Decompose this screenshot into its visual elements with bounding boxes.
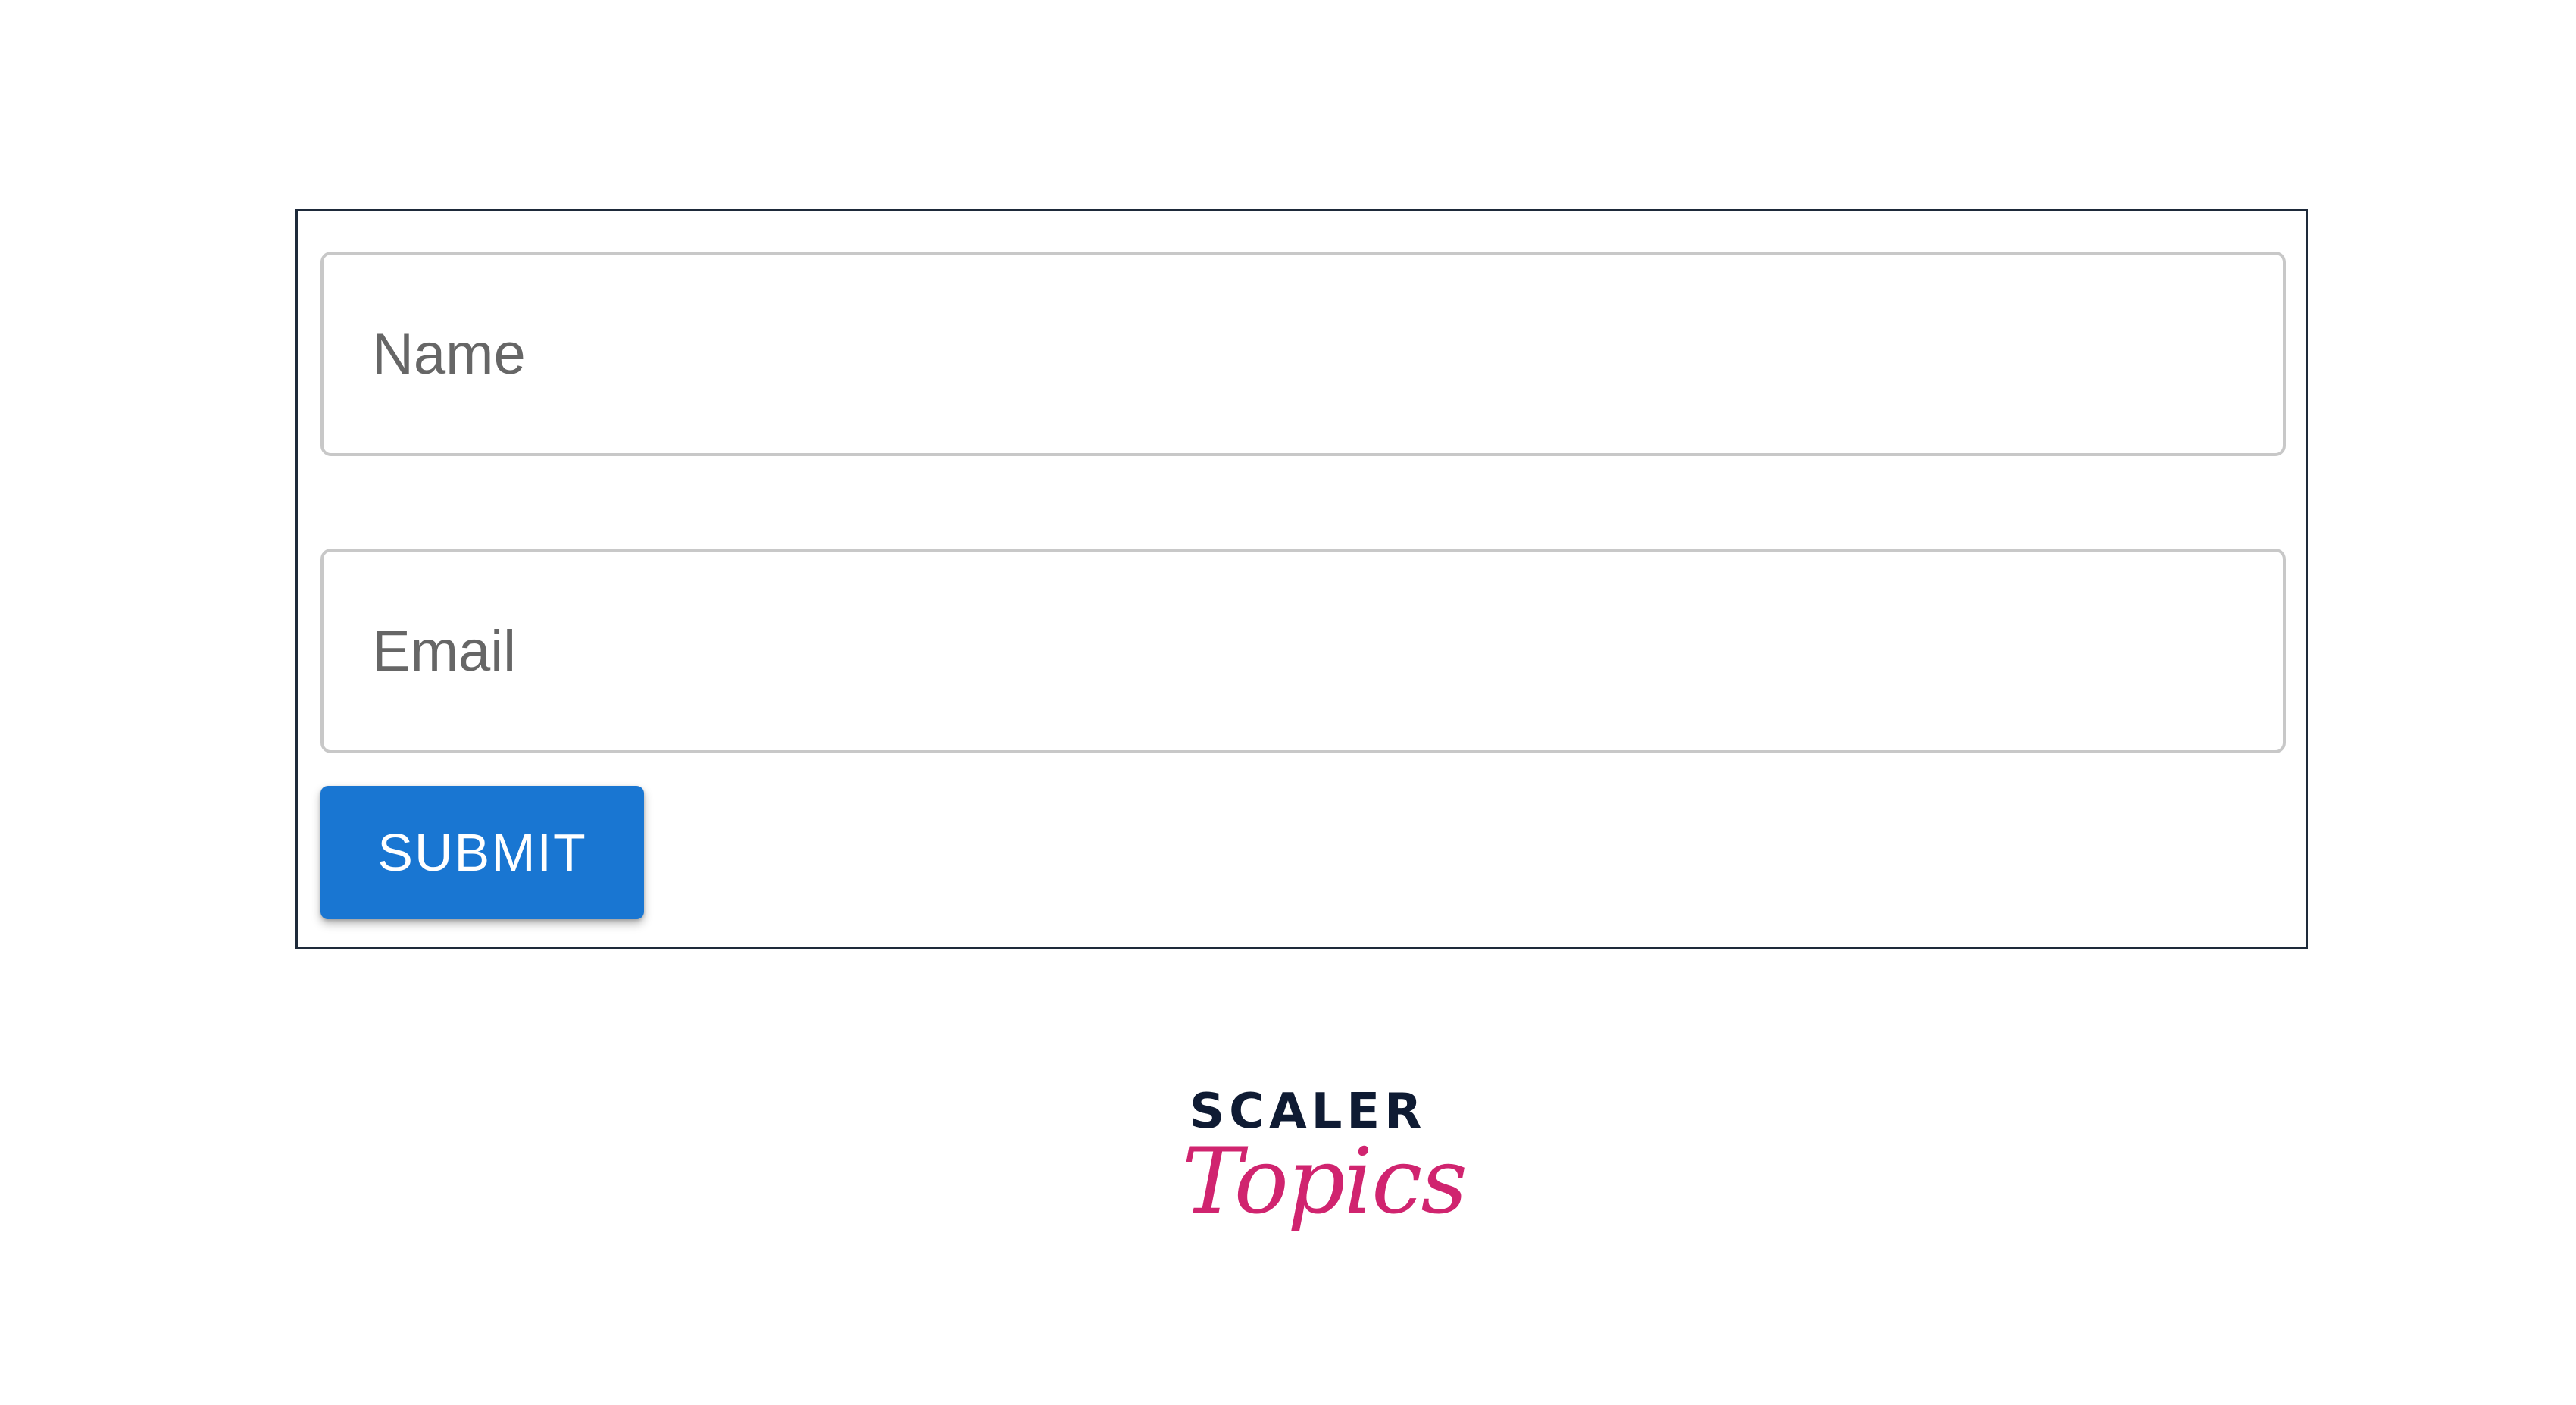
form-container: SUBMIT: [295, 209, 2308, 949]
name-input[interactable]: [372, 255, 2283, 453]
email-field-wrapper[interactable]: [320, 549, 2286, 753]
name-field-wrapper[interactable]: [320, 252, 2286, 456]
email-input[interactable]: [372, 552, 2283, 750]
submit-button[interactable]: SUBMIT: [320, 786, 644, 919]
logo-wordmark-topics: Topics: [1182, 1129, 1468, 1234]
scaler-topics-logo: SCALER Topics: [1182, 1084, 1468, 1288]
